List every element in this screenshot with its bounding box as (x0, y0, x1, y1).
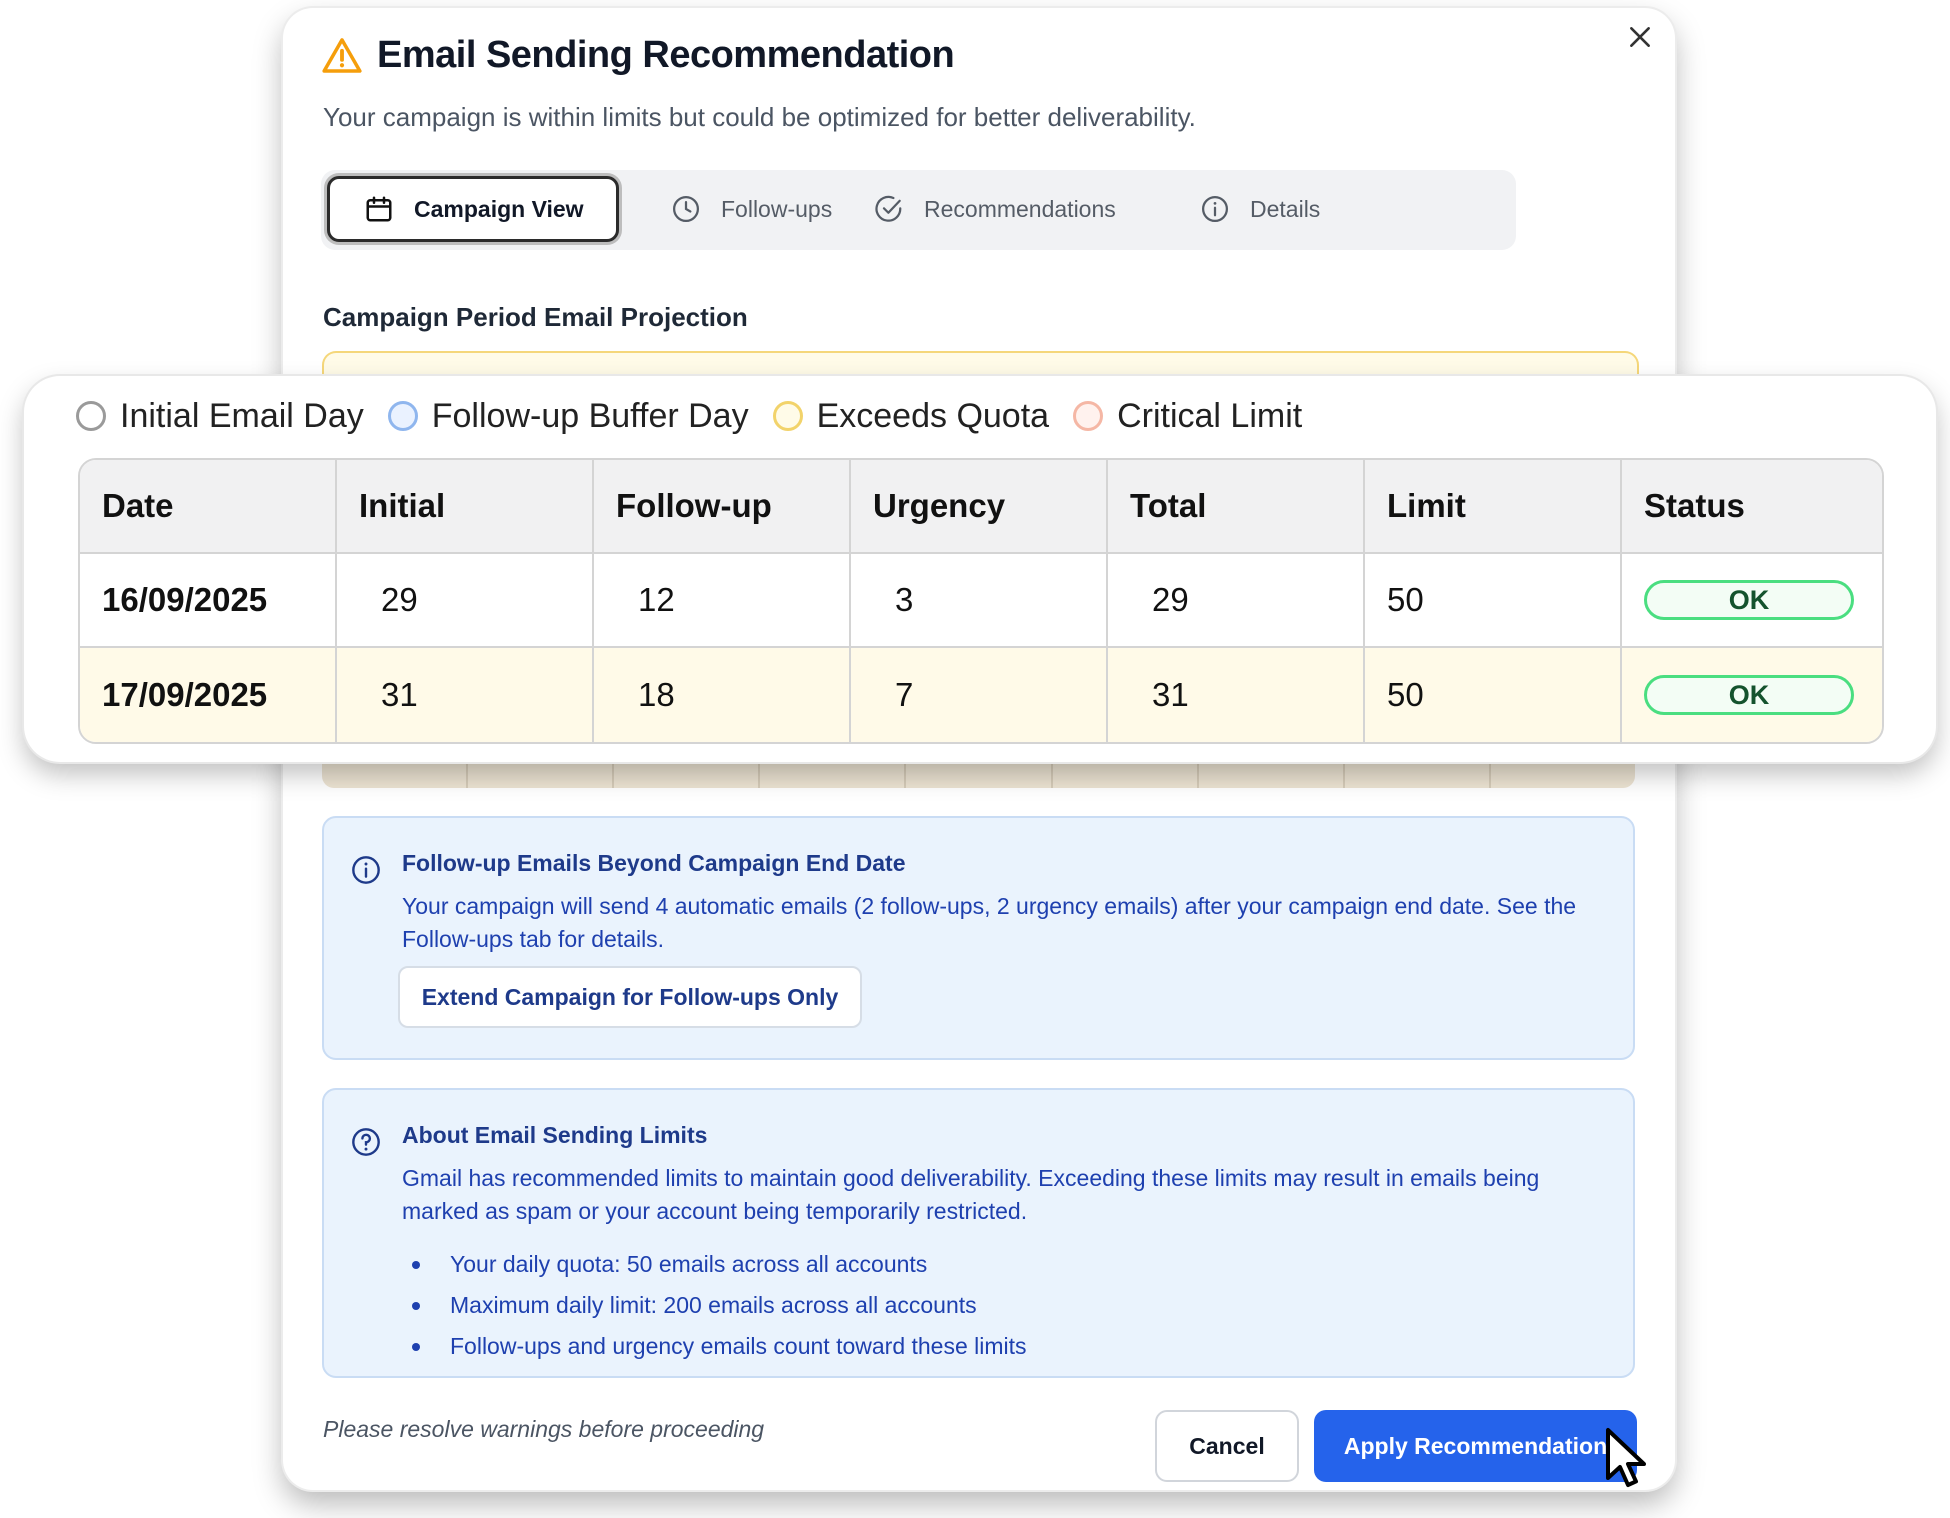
table-row: 17/09/2025 31 18 7 31 50 OK (80, 648, 1882, 742)
limits-title: About Email Sending Limits (402, 1122, 708, 1148)
tab-recommendations[interactable]: Recommendations (874, 176, 1116, 242)
limits-list: Your daily quota: 50 emails across all a… (402, 1244, 1027, 1367)
dialog-header: Email Sending Recommendation (321, 34, 955, 77)
close-icon (1630, 27, 1650, 47)
status-badge: OK (1644, 675, 1854, 715)
column-header: Follow-up (594, 460, 851, 552)
column-header: Status (1644, 487, 1745, 524)
warning-note: Please resolve warnings before proceedin… (323, 1416, 765, 1442)
column-header: Total (1108, 460, 1365, 552)
list-item: Your daily quota: 50 emails across all a… (402, 1244, 1027, 1285)
info-icon (352, 856, 380, 884)
date-cell: 17/09/2025 (80, 648, 337, 742)
legend-follow-up-buffer-day: Follow-up Buffer Day (387, 397, 749, 436)
help-icon (352, 1128, 380, 1156)
followup-cell: 18 (594, 648, 851, 742)
list-item: Maximum daily limit: 200 emails across a… (402, 1285, 1027, 1326)
limit-cell: 50 (1365, 648, 1622, 742)
total-cell: 31 (1108, 648, 1365, 742)
followup-cell: 12 (594, 554, 851, 646)
calendar-icon (366, 196, 392, 222)
check-circle-icon (875, 195, 902, 222)
apply-recommendation-button[interactable]: Apply Recommendation (1314, 1410, 1637, 1482)
tab-label: Details (1250, 195, 1321, 222)
table-header: Date Initial Follow-up Urgency Total Lim… (80, 460, 1882, 554)
tab-details[interactable]: Details (1200, 176, 1320, 242)
column-header: Date (80, 460, 337, 552)
close-button[interactable] (1617, 14, 1663, 60)
clock-icon (673, 196, 699, 222)
limits-info: About Email Sending Limits Gmail has rec… (322, 1088, 1635, 1378)
legend-exceeds-quota: Exceeds Quota (772, 397, 1049, 436)
total-cell: 29 (1108, 554, 1365, 646)
tab-label: Campaign View (414, 195, 584, 222)
notice-body: Your campaign will send 4 automatic emai… (402, 893, 1577, 952)
tab-follow-ups[interactable]: Follow-ups (671, 176, 832, 242)
list-item: Follow-ups and urgency emails count towa… (402, 1326, 1027, 1367)
info-icon (1202, 196, 1228, 222)
legend-critical-limit: Critical Limit (1073, 397, 1302, 436)
status-badge: OK (1644, 580, 1854, 620)
dialog-subtitle: Your campaign is within limits but could… (323, 102, 1196, 132)
initial-cell: 31 (337, 648, 594, 742)
urgency-cell: 7 (851, 648, 1108, 742)
status-cell: OK (1622, 554, 1882, 646)
legend-initial-email-day: Initial Email Day (76, 397, 364, 436)
limit-cell: 50 (1365, 554, 1622, 646)
legend: Initial Email Day Follow-up Buffer Day E… (76, 390, 1326, 442)
warning-icon (322, 37, 362, 73)
column-header: Initial (337, 460, 594, 552)
tab-label: Recommendations (924, 195, 1116, 222)
column-header: Urgency (851, 460, 1108, 552)
tab-bar: Campaign View Follow-ups Recommendations… (321, 170, 1516, 250)
projection-table: Date Initial Follow-up Urgency Total Lim… (78, 458, 1884, 744)
tab-campaign-view[interactable]: Campaign View (327, 176, 619, 242)
followup-notice: Follow-up Emails Beyond Campaign End Dat… (322, 816, 1635, 1060)
status-cell: OK (1622, 648, 1882, 742)
date-cell: 16/09/2025 (80, 554, 337, 646)
table-row: 16/09/2025 29 12 3 29 50 OK (80, 554, 1882, 648)
column-header: Limit (1365, 460, 1622, 552)
dialog-title: Email Sending Recommendation (377, 34, 955, 76)
notice-title: Follow-up Emails Beyond Campaign End Dat… (402, 850, 906, 876)
limits-body: Gmail has recommended limits to maintain… (402, 1165, 1540, 1224)
mouse-cursor-icon (1606, 1428, 1646, 1487)
tab-label: Follow-ups (721, 195, 833, 222)
projection-table-zoom: Initial Email Day Follow-up Buffer Day E… (24, 376, 1936, 762)
initial-cell: 29 (337, 554, 594, 646)
urgency-cell: 3 (851, 554, 1108, 646)
extend-campaign-button[interactable]: Extend Campaign for Follow-ups Only (398, 966, 862, 1028)
cancel-button[interactable]: Cancel (1155, 1410, 1299, 1482)
section-title: Campaign Period Email Projection (323, 302, 748, 332)
